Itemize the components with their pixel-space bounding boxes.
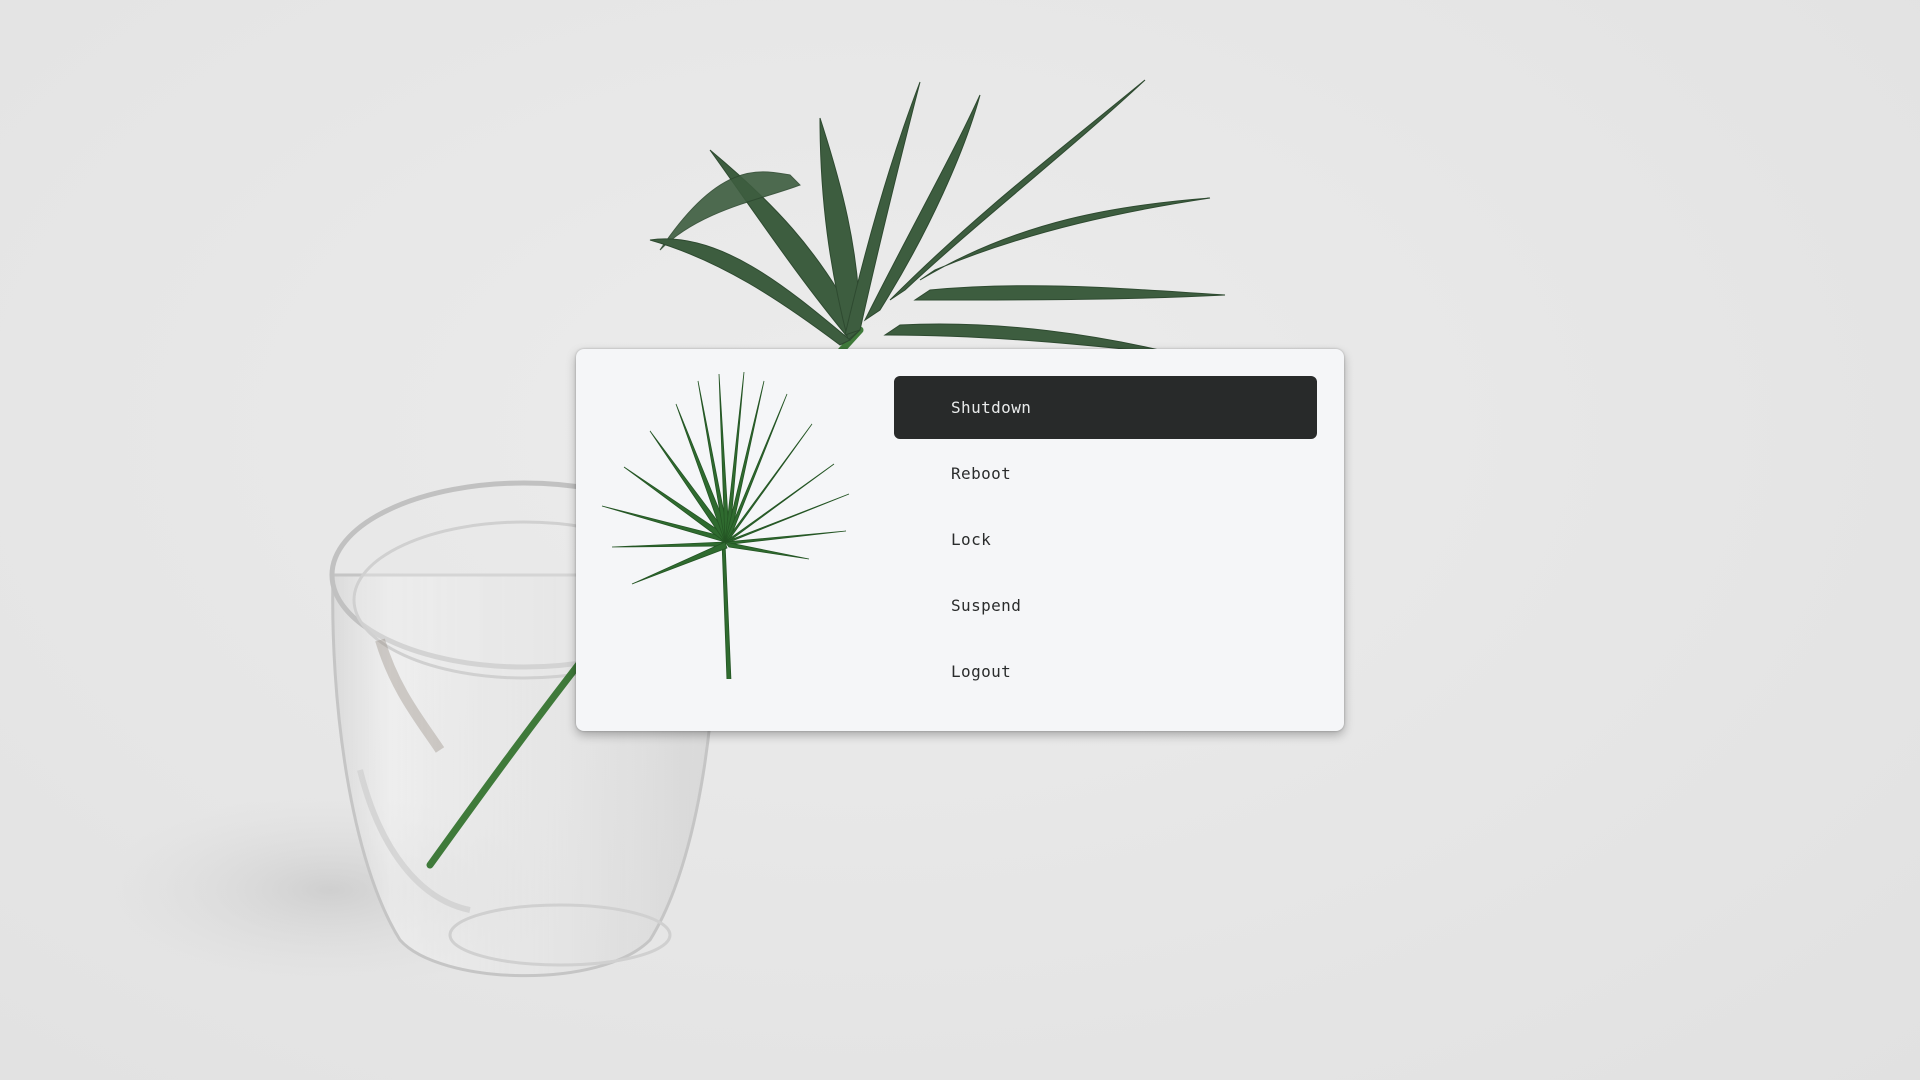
- reboot-label: Reboot: [951, 464, 1012, 483]
- suspend-label: Suspend: [951, 596, 1022, 615]
- logout-option[interactable]: Logout: [894, 640, 1317, 703]
- reboot-option[interactable]: Reboot: [894, 442, 1317, 505]
- fan-palm-leaf-icon: [601, 371, 850, 679]
- shutdown-option[interactable]: Shutdown: [894, 376, 1317, 439]
- power-options-list: Shutdown Reboot Lock Suspend Logout: [894, 376, 1317, 706]
- suspend-option[interactable]: Suspend: [894, 574, 1317, 637]
- logout-label: Logout: [951, 662, 1012, 681]
- palm-fronds: [649, 79, 1226, 356]
- power-menu: Shutdown Reboot Lock Suspend Logout: [576, 349, 1344, 731]
- shutdown-label: Shutdown: [951, 398, 1032, 417]
- lock-option[interactable]: Lock: [894, 508, 1317, 571]
- lock-label: Lock: [951, 530, 992, 549]
